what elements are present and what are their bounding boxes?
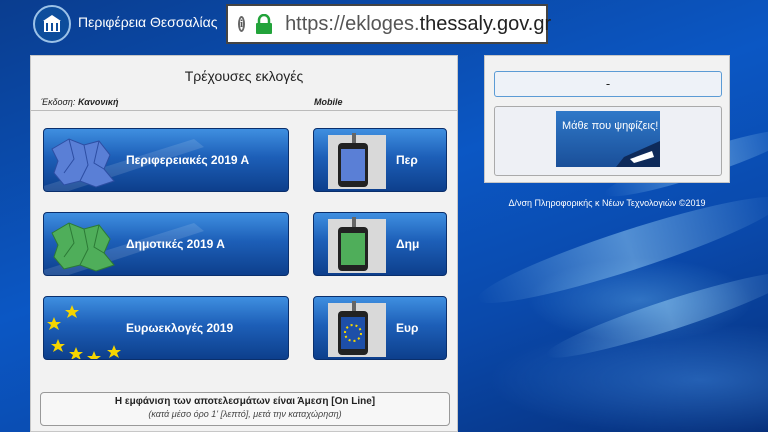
info-icon[interactable]: i — [238, 16, 246, 32]
mobile-button-municipal[interactable]: Δημ — [313, 212, 447, 276]
panel-title: Τρέχουσες εκλογές — [184, 68, 304, 84]
elections-panel: Τρέχουσες εκλογές Έκδοση: Κανονική Mobil… — [30, 55, 458, 432]
election-label: Δημοτικές 2019 Α — [126, 237, 225, 251]
address-bar[interactable]: i https://ekloges.thessaly.gov.gr — [226, 4, 552, 44]
lock-icon — [255, 13, 273, 34]
mobile-label: Mobile — [314, 97, 343, 107]
election-button-regional[interactable]: Περιφερειακές 2019 Α — [43, 128, 289, 192]
results-note: Η εμφάνιση των αποτελεσμάτων είναι Άμεση… — [40, 392, 450, 426]
side-panel: - Μάθε που ψηφίζεις! — [484, 55, 730, 183]
column-header-row: Έκδοση: Κανονική Mobile — [31, 95, 457, 111]
mobile-phone-icon — [328, 133, 386, 189]
mobile-phone-icon — [328, 301, 386, 357]
note-line-2: (κατά μέσο όρο 1' [λεπτό], μετά την κατα… — [148, 409, 342, 419]
election-button-european[interactable]: Ευρωεκλογές 2019 — [43, 296, 289, 360]
election-label: Περιφερειακές 2019 Α — [126, 153, 250, 167]
note-line-1: Η εμφάνιση των αποτελεσμάτων είναι Άμεση… — [114, 396, 376, 407]
footer-credit: Δ/νση Πληροφορικής κ Νέων Τεχνολογιών ©2… — [508, 198, 706, 208]
learn-box: Μάθε που ψηφίζεις! — [494, 106, 722, 176]
thessaly-logo — [33, 5, 71, 43]
mobile-label: Δημ — [396, 237, 420, 251]
region-name: Περιφέρεια Θεσσαλίας — [78, 14, 218, 30]
edition-label: Έκδοση: Κανονική — [41, 97, 119, 107]
mobile-button-european[interactable]: Ευρ — [313, 296, 447, 360]
url-text: https://ekloges.thessaly.gov.gr — [285, 12, 552, 35]
learn-text: Μάθε που ψηφίζεις! — [562, 120, 659, 132]
mobile-label: Περ — [396, 153, 418, 167]
election-button-municipal[interactable]: Δημοτικές 2019 Α — [43, 212, 289, 276]
learn-where-to-vote-button[interactable]: Μάθε που ψηφίζεις! — [556, 111, 660, 167]
election-label: Ευρωεκλογές 2019 — [126, 321, 234, 335]
mobile-button-regional[interactable]: Περ — [313, 128, 447, 192]
status-field[interactable]: - — [494, 71, 722, 97]
mobile-phone-icon — [328, 217, 386, 273]
mobile-label: Ευρ — [396, 321, 419, 335]
